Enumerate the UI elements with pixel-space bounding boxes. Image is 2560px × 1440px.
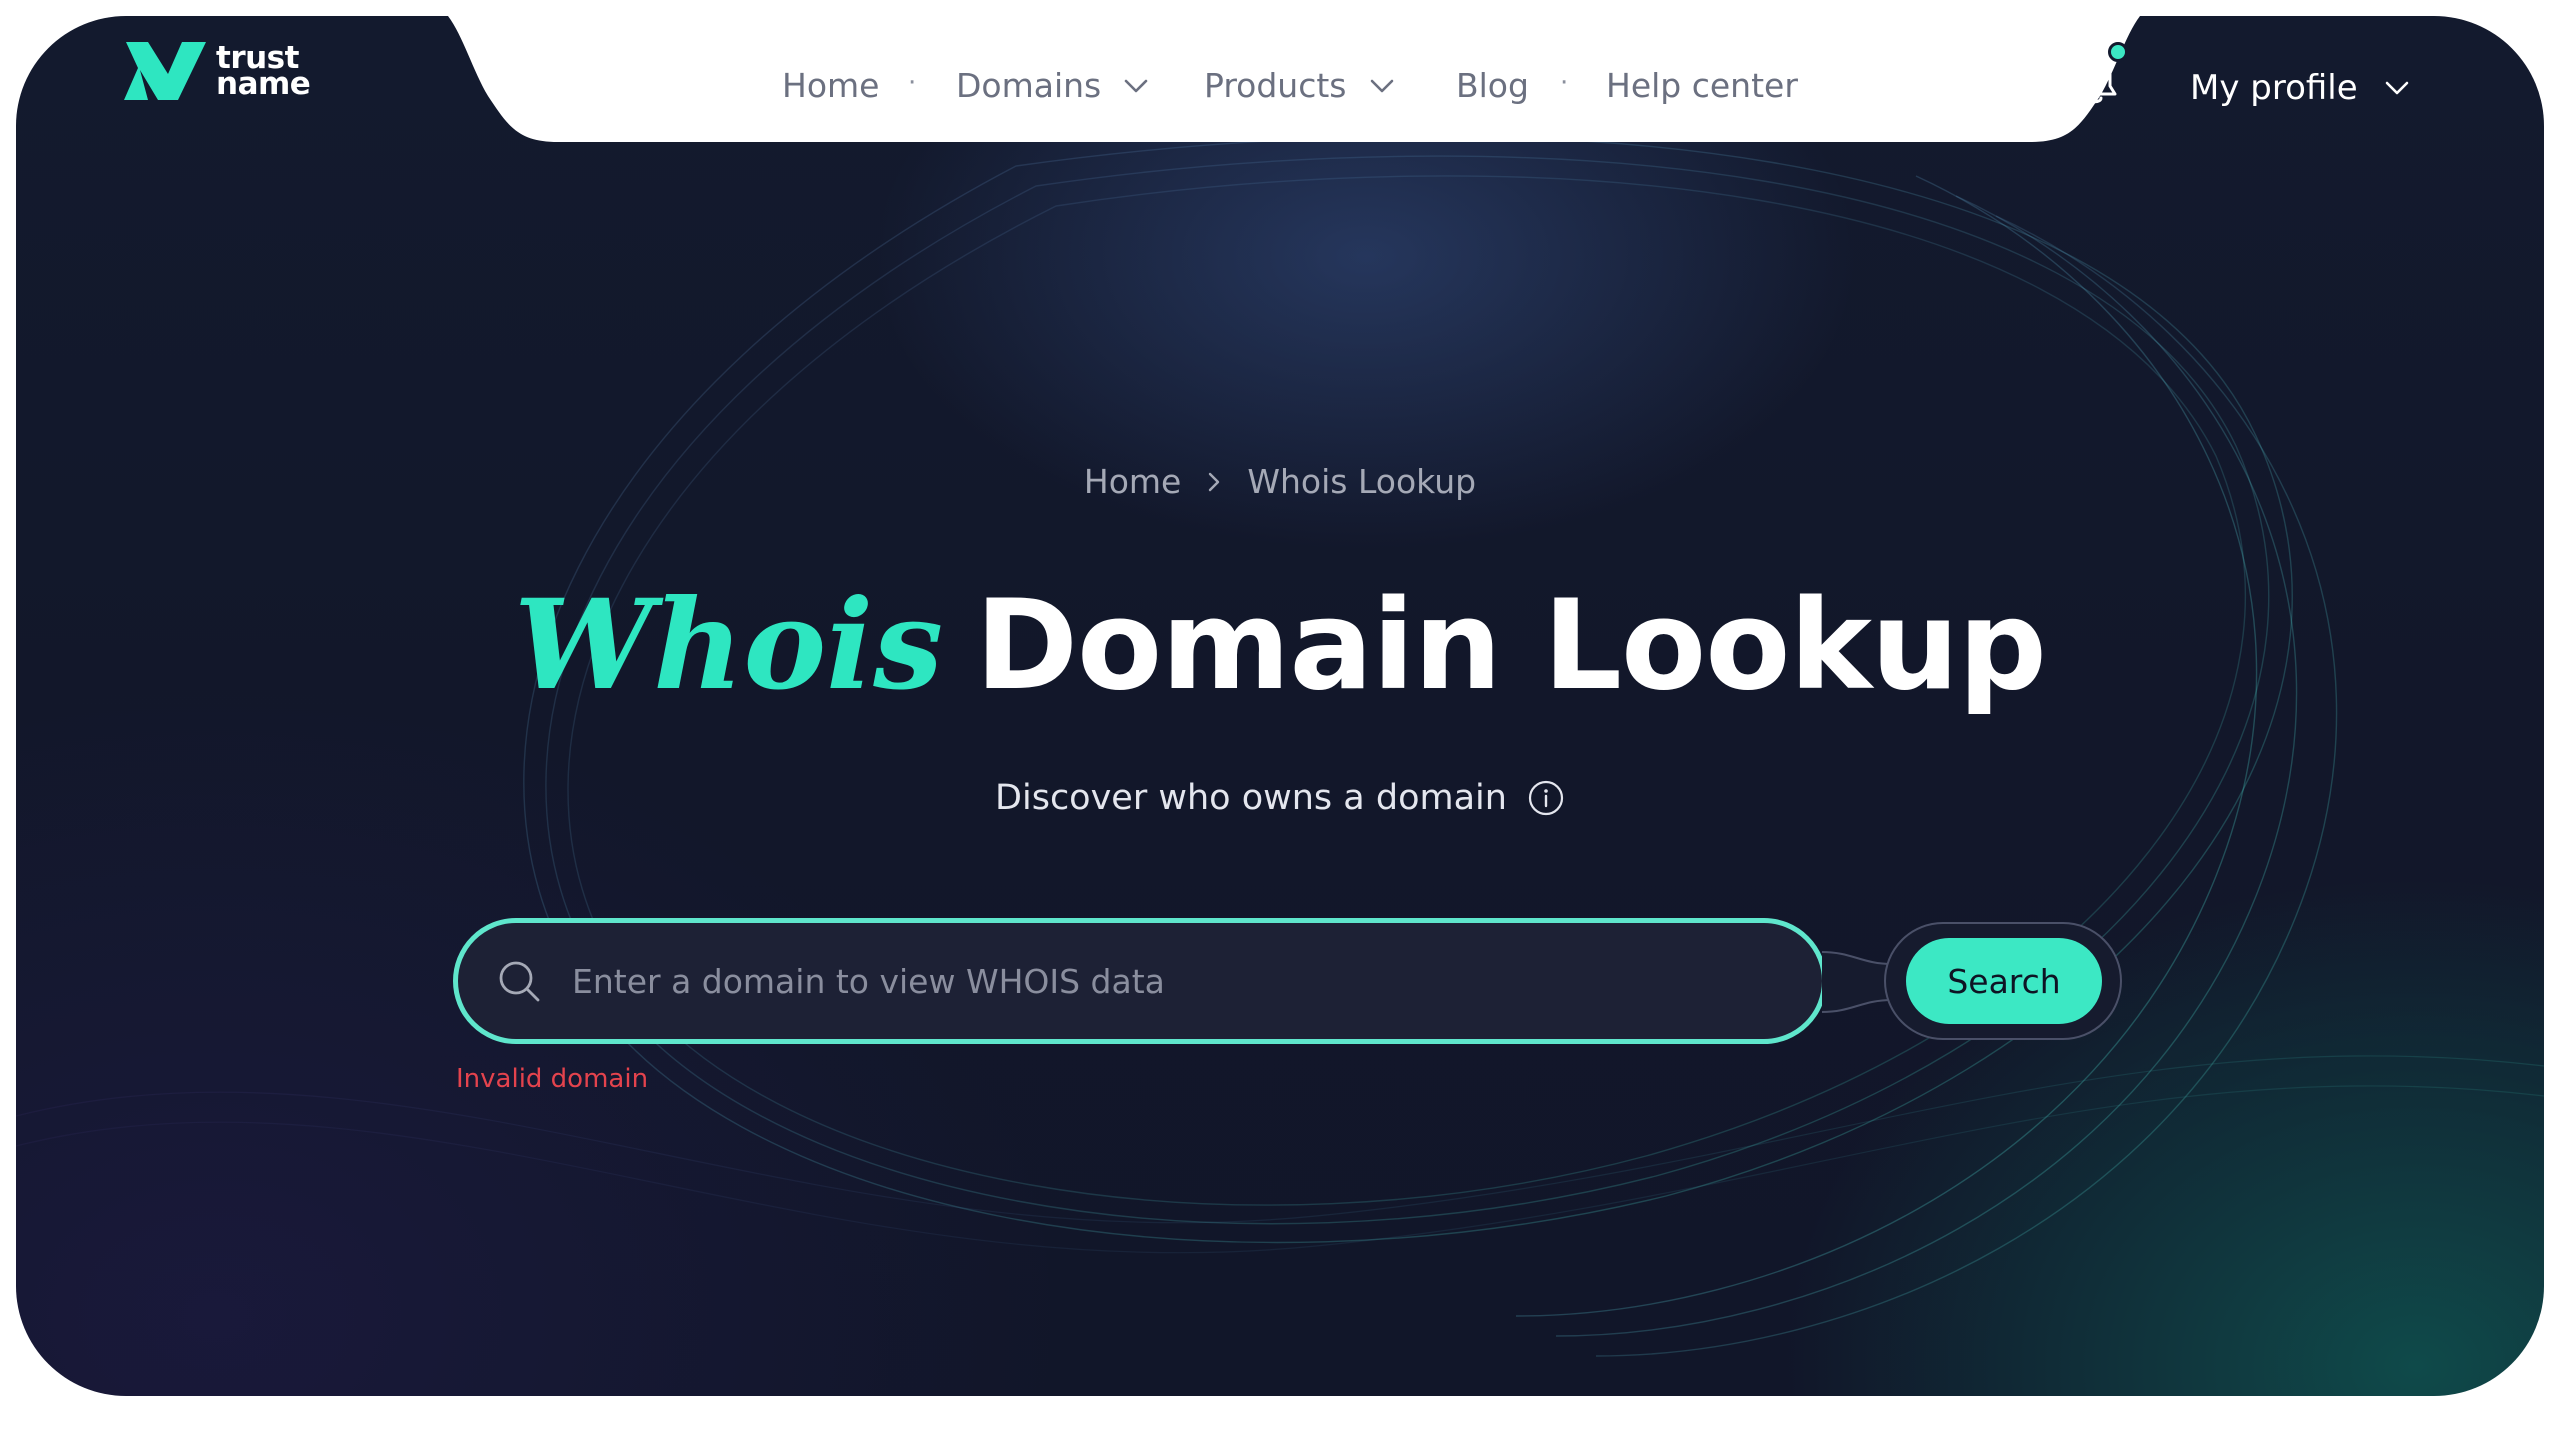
nav-separator: · xyxy=(1560,68,1569,98)
nav-item-label: Domains xyxy=(956,66,1102,105)
search-connector xyxy=(1822,951,1892,1013)
nav-item-home[interactable]: Home xyxy=(782,66,879,105)
breadcrumb-current: Whois Lookup xyxy=(1247,462,1477,501)
profile-label: My profile xyxy=(2190,68,2358,108)
chevron-down-icon xyxy=(1370,79,1393,92)
nav-item-label: Blog xyxy=(1456,66,1529,105)
profile-menu[interactable]: My profile xyxy=(2190,68,2410,108)
search-input[interactable] xyxy=(572,951,1772,1011)
nav-separator: · xyxy=(908,68,917,98)
page-subtitle: Discover who owns a domain xyxy=(16,778,2544,818)
breadcrumb: Home Whois Lookup xyxy=(16,462,2544,501)
nav-item-label: Products xyxy=(1204,66,1347,105)
search-icon xyxy=(499,961,540,1002)
search-field[interactable] xyxy=(453,918,1827,1044)
subtitle-text: Discover who owns a domain xyxy=(995,778,1507,818)
notification-badge xyxy=(2108,42,2128,62)
chevron-right-icon xyxy=(1209,472,1220,491)
breadcrumb-home[interactable]: Home xyxy=(1084,462,1181,501)
info-icon[interactable] xyxy=(1527,779,1565,817)
page-title: Whois Domain Lookup xyxy=(16,573,2544,718)
nav-item-domains[interactable]: Domains xyxy=(956,66,1149,105)
nav-item-label: Help center xyxy=(1606,66,1798,105)
nav-item-products[interactable]: Products xyxy=(1204,66,1395,105)
search-error-message: Invalid domain xyxy=(456,1064,649,1094)
chevron-down-icon xyxy=(1124,79,1148,92)
search-button[interactable]: Search xyxy=(1906,938,2102,1024)
page-title-accent: Whois xyxy=(514,573,944,718)
main-nav: Home · Domains Products Blog · Help cent… xyxy=(16,16,2544,142)
nav-item-label: Home xyxy=(782,66,880,105)
nav-item-help-center[interactable]: Help center xyxy=(1606,66,1798,105)
page-title-rest: Domain Lookup xyxy=(975,574,2047,718)
page-frame: trust name Home · Domains Products Blog … xyxy=(16,16,2544,1396)
chevron-down-icon xyxy=(2385,81,2408,95)
nav-item-blog[interactable]: Blog xyxy=(1456,66,1529,105)
